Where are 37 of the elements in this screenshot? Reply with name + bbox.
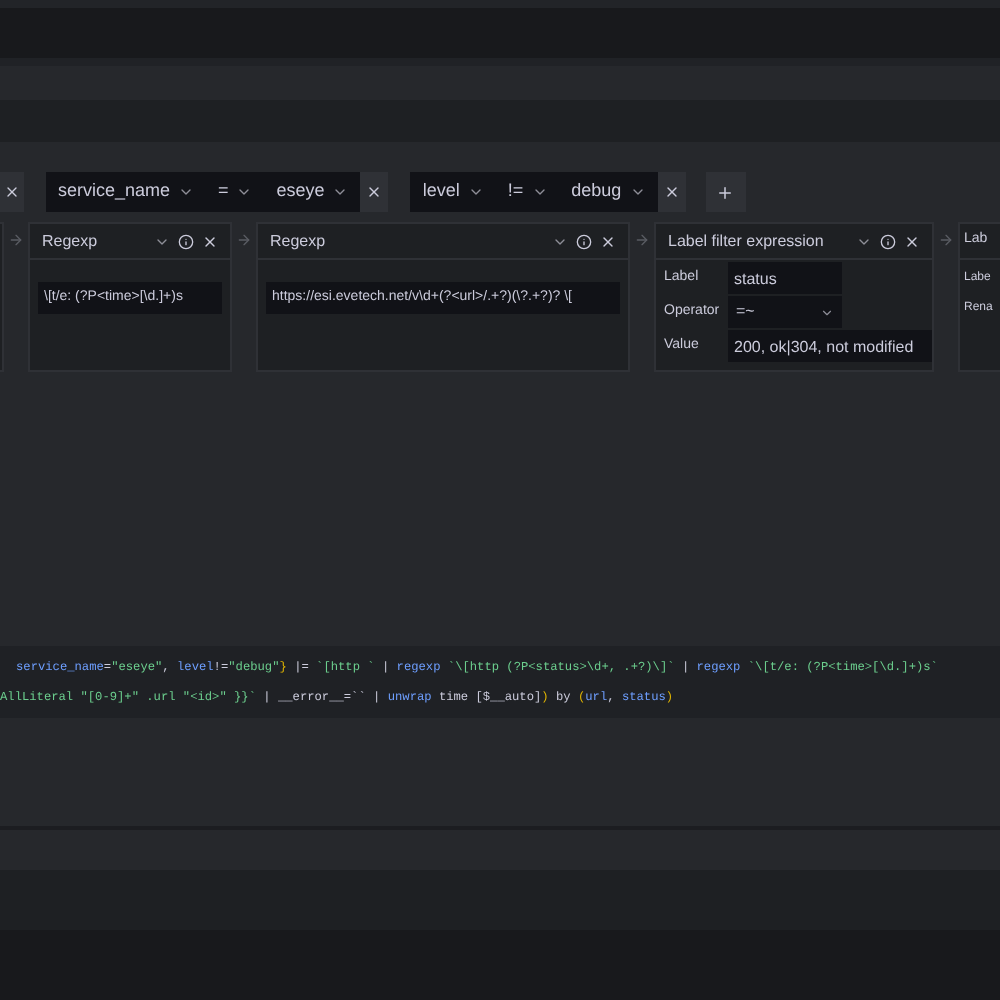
info-icon[interactable] — [880, 233, 896, 249]
arrow-right-icon — [634, 232, 650, 248]
add-filter-button[interactable] — [705, 172, 746, 212]
arrow-right-icon — [236, 232, 252, 248]
remove-filter-button[interactable] — [0, 172, 24, 212]
chevron-down-icon — [178, 184, 195, 200]
card-title: Regexp — [270, 229, 328, 253]
operator-select[interactable]: = — [206, 172, 265, 212]
info-icon[interactable] — [178, 233, 194, 249]
chevron-down-icon — [236, 184, 253, 200]
remove-filter-button[interactable] — [657, 172, 686, 212]
arrow-right-icon — [8, 232, 24, 248]
remove-filter-button[interactable] — [360, 172, 389, 212]
close-icon — [663, 184, 680, 200]
close-icon[interactable] — [202, 233, 218, 249]
card-title: Label filter expression — [668, 229, 826, 253]
label-select[interactable]: service_name — [46, 172, 207, 212]
chevron-down-icon — [467, 184, 484, 200]
label-select[interactable]: level — [410, 172, 496, 212]
close-icon[interactable] — [904, 233, 920, 249]
chevron-down-icon — [629, 184, 646, 200]
close-icon[interactable] — [600, 233, 616, 249]
operator-select[interactable]: =~ — [728, 296, 842, 328]
chevron-down-icon — [531, 184, 548, 200]
close-icon — [366, 184, 383, 200]
operator-select[interactable]: != — [495, 172, 560, 212]
plus-icon — [716, 183, 735, 201]
close-icon — [4, 184, 20, 200]
info-icon[interactable] — [576, 233, 592, 249]
value-field[interactable]: status — [728, 262, 842, 294]
value-field[interactable]: 200, ok|304, not modified — [728, 330, 932, 362]
chevron-down-icon — [820, 305, 834, 319]
value-select[interactable]: debug — [559, 172, 658, 212]
card-title: Regexp — [42, 229, 100, 253]
chevron-down-icon — [332, 184, 349, 200]
value-select[interactable]: eseye — [264, 172, 361, 212]
arrow-right-icon — [938, 232, 954, 248]
